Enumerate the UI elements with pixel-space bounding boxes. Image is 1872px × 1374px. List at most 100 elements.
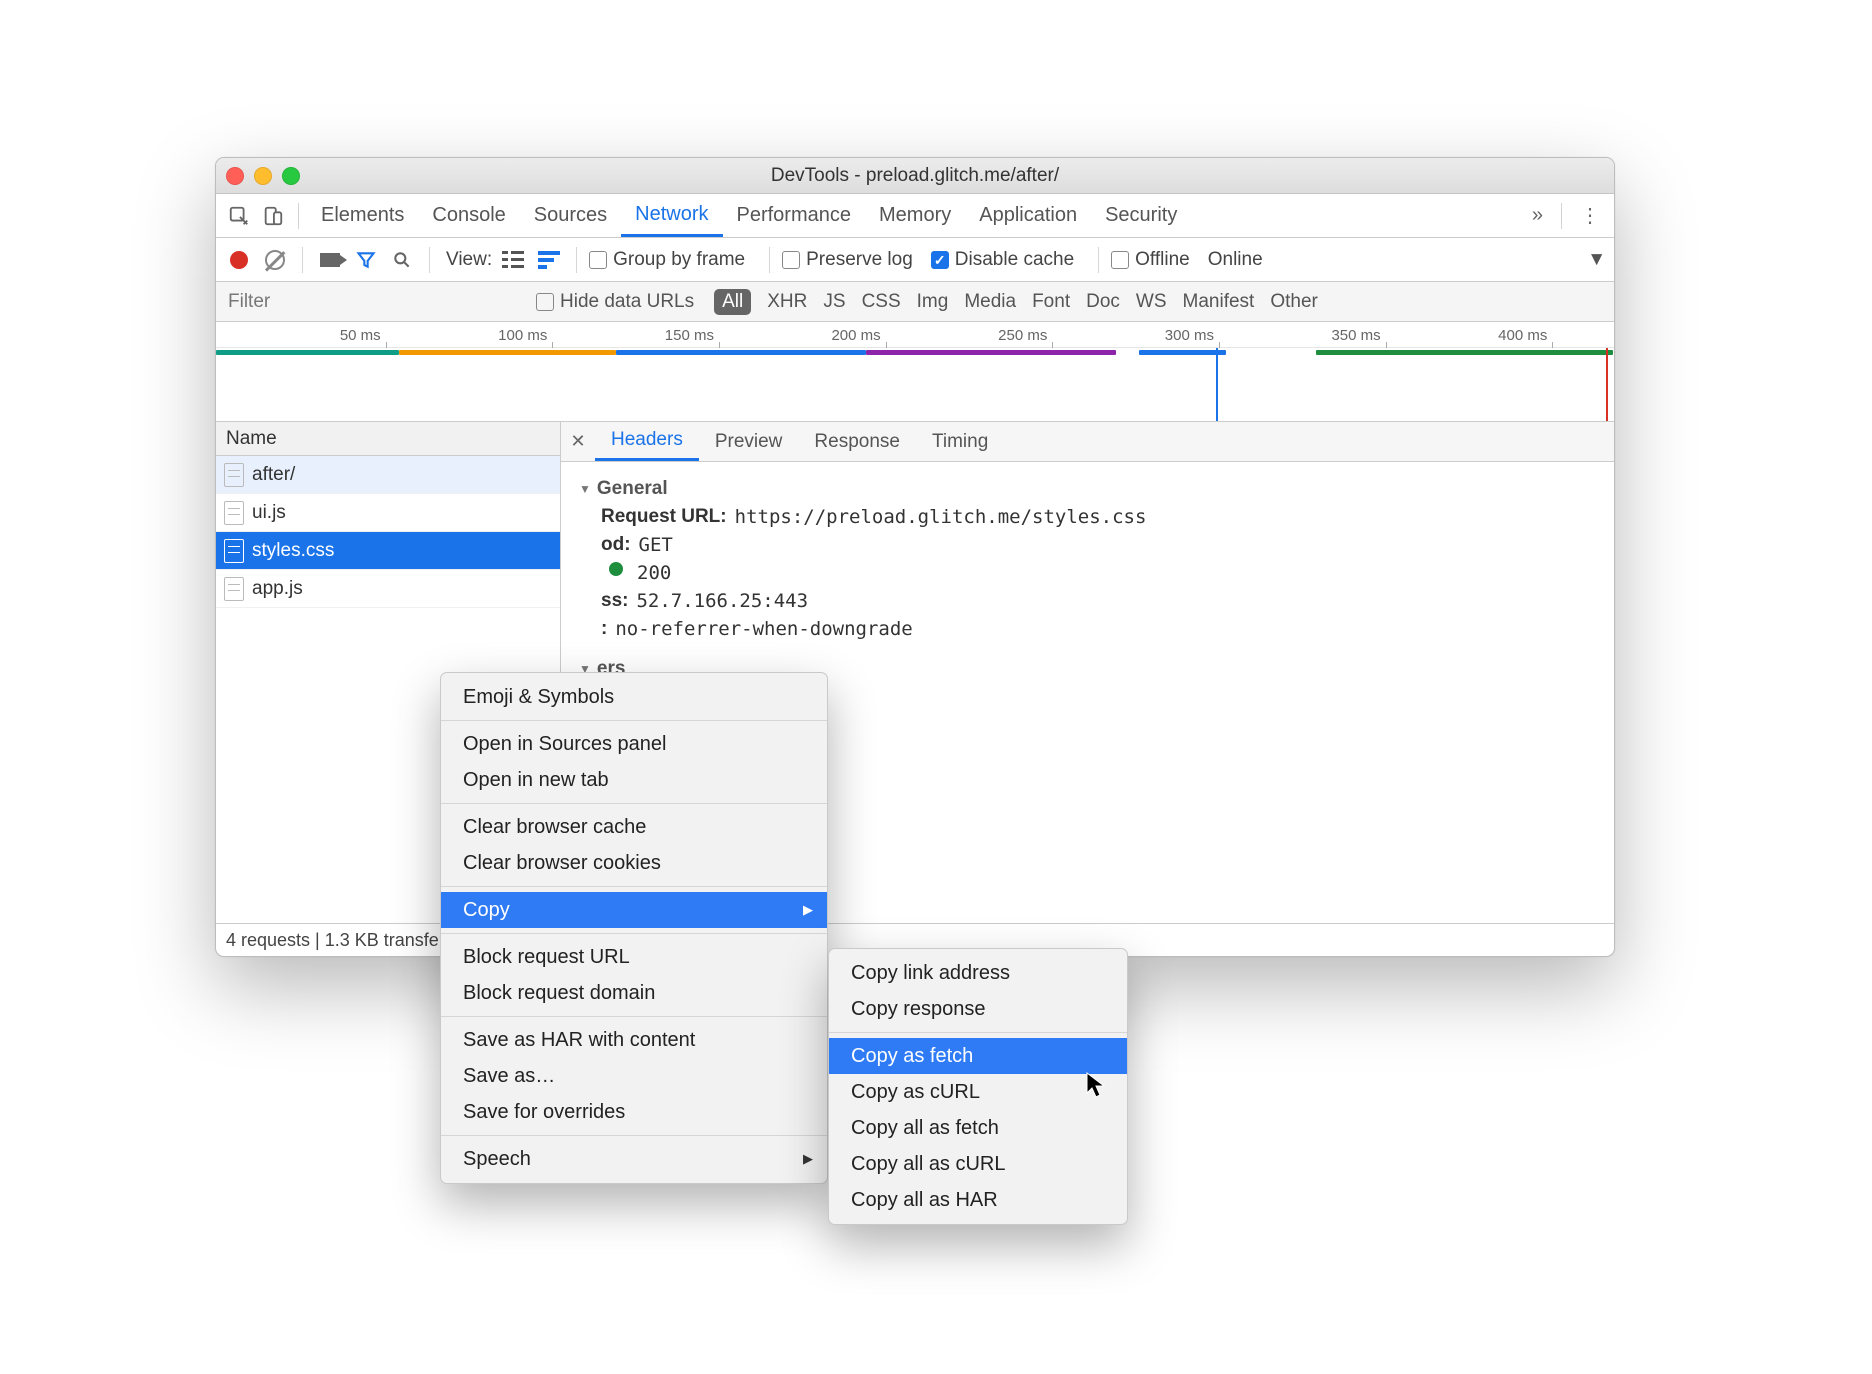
details-tab-response[interactable]: Response: [798, 422, 916, 461]
panel-tab-memory[interactable]: Memory: [865, 194, 965, 237]
filter-type-ws[interactable]: WS: [1136, 291, 1167, 312]
hide-data-urls-checkbox[interactable]: Hide data URLs: [536, 291, 694, 313]
panel-tab-sources[interactable]: Sources: [520, 194, 621, 237]
panel-tab-network[interactable]: Network: [621, 194, 722, 237]
menu-item[interactable]: Copy all as cURL: [829, 1146, 1127, 1182]
status-dot: [609, 562, 623, 576]
separator: [302, 247, 303, 273]
timeline-tick: 200 ms: [831, 322, 880, 348]
kv-status-code: 200: [601, 562, 1596, 584]
view-waterfall-icon[interactable]: [534, 245, 564, 275]
context-menu[interactable]: Emoji & Symbols Open in Sources panelOpen…: [440, 672, 828, 1184]
filter-type-font[interactable]: Font: [1032, 291, 1070, 312]
filter-type-other[interactable]: Other: [1270, 291, 1318, 312]
group-by-frame-label: Group by frame: [613, 249, 745, 271]
checkbox-icon: [589, 251, 607, 269]
inspect-element-icon[interactable]: [222, 199, 256, 233]
copy-submenu[interactable]: Copy link addressCopy response Copy as fe…: [828, 948, 1128, 1225]
menu-item[interactable]: Copy: [441, 892, 827, 928]
menu-item[interactable]: Speech: [441, 1141, 827, 1177]
preserve-log-checkbox[interactable]: Preserve log: [782, 249, 913, 271]
filter-type-xhr[interactable]: XHR: [767, 291, 807, 312]
view-list-icon[interactable]: [498, 245, 528, 275]
panel-tab-console[interactable]: Console: [418, 194, 519, 237]
device-toolbar-icon[interactable]: [256, 199, 290, 233]
throttling-dropdown-icon[interactable]: ▼: [1587, 249, 1606, 271]
menu-item[interactable]: Copy all as fetch: [829, 1110, 1127, 1146]
filter-type-img[interactable]: Img: [917, 291, 949, 312]
panel-tab-performance[interactable]: Performance: [723, 194, 866, 237]
filter-type-all[interactable]: All: [714, 289, 751, 315]
more-tabs-chevron-icon[interactable]: »: [1522, 204, 1553, 227]
separator: [1098, 247, 1099, 273]
menu-item[interactable]: Copy link address: [829, 955, 1127, 991]
menu-item[interactable]: Block request domain: [441, 975, 827, 1011]
request-row[interactable]: after/: [216, 456, 560, 494]
overview-segment: [866, 350, 1116, 355]
panel-tabs: ElementsConsoleSourcesNetworkPerformance…: [216, 194, 1614, 238]
request-row[interactable]: ui.js: [216, 494, 560, 532]
offline-label: Offline: [1135, 249, 1190, 271]
requests-header-name[interactable]: Name: [216, 422, 560, 456]
throttling-select[interactable]: Online: [1208, 249, 1263, 271]
separator: [298, 203, 299, 229]
settings-kebab-icon[interactable]: ⋮: [1570, 203, 1608, 228]
menu-item[interactable]: Copy response: [829, 991, 1127, 1027]
general-section-header[interactable]: General: [579, 478, 1596, 500]
panel-tab-elements[interactable]: Elements: [307, 194, 418, 237]
overview-segment: [216, 350, 399, 355]
details-tab-headers[interactable]: Headers: [595, 422, 699, 461]
network-main: Name after/ui.jsstyles.cssapp.js ✕ Heade…: [216, 422, 1614, 924]
menu-separator: [441, 886, 827, 887]
menu-item[interactable]: Clear browser cache: [441, 809, 827, 845]
request-row[interactable]: styles.css: [216, 532, 560, 570]
kv-value: 200: [637, 562, 671, 584]
search-icon[interactable]: [387, 245, 417, 275]
filter-type-js[interactable]: JS: [823, 291, 845, 312]
menu-item[interactable]: Emoji & Symbols: [441, 679, 827, 715]
screenshot-icon[interactable]: [315, 245, 345, 275]
menu-item[interactable]: Block request URL: [441, 939, 827, 975]
details-tab-timing[interactable]: Timing: [916, 422, 1004, 461]
hide-data-urls-label: Hide data URLs: [560, 291, 694, 313]
filter-bar: Hide data URLs All XHR JS CSS Img Media Font D…: [216, 282, 1614, 322]
record-button[interactable]: [224, 245, 254, 275]
menu-item[interactable]: Copy all as HAR: [829, 1182, 1127, 1218]
filter-toggle-icon[interactable]: [351, 245, 381, 275]
clear-button[interactable]: [260, 245, 290, 275]
preserve-log-label: Preserve log: [806, 249, 913, 271]
kv-value: 52.7.166.25:443: [636, 590, 808, 612]
window-close-button[interactable]: [226, 167, 244, 185]
panel-tab-application[interactable]: Application: [965, 194, 1091, 237]
filter-type-media[interactable]: Media: [964, 291, 1016, 312]
menu-item[interactable]: Open in Sources panel: [441, 726, 827, 762]
filter-type-manifest[interactable]: Manifest: [1183, 291, 1255, 312]
window-minimize-button[interactable]: [254, 167, 272, 185]
filter-input[interactable]: [216, 282, 536, 321]
menu-separator: [441, 720, 827, 721]
disable-cache-checkbox[interactable]: Disable cache: [931, 249, 1074, 271]
menu-item[interactable]: Save as HAR with content: [441, 1022, 827, 1058]
filter-type-css[interactable]: CSS: [862, 291, 901, 312]
close-details-icon[interactable]: ✕: [561, 431, 595, 452]
timeline-tick: 100 ms: [498, 322, 547, 348]
network-overview[interactable]: 50 ms100 ms150 ms200 ms250 ms300 ms350 m…: [216, 322, 1614, 422]
filter-type-doc[interactable]: Doc: [1086, 291, 1120, 312]
checkbox-icon: [931, 251, 949, 269]
menu-separator: [441, 1135, 827, 1136]
menu-item[interactable]: Save as…: [441, 1058, 827, 1094]
window-zoom-button[interactable]: [282, 167, 300, 185]
offline-checkbox[interactable]: Offline: [1111, 249, 1190, 271]
timeline-tick: 350 ms: [1331, 322, 1380, 348]
menu-item[interactable]: Open in new tab: [441, 762, 827, 798]
menu-item[interactable]: Copy as cURL: [829, 1074, 1127, 1110]
request-row[interactable]: app.js: [216, 570, 560, 608]
details-tab-preview[interactable]: Preview: [699, 422, 799, 461]
menu-item[interactable]: Save for overrides: [441, 1094, 827, 1130]
menu-item[interactable]: Copy as fetch: [829, 1038, 1127, 1074]
group-by-frame-checkbox[interactable]: Group by frame: [589, 249, 745, 271]
panel-tab-security[interactable]: Security: [1091, 194, 1191, 237]
menu-item[interactable]: Clear browser cookies: [441, 845, 827, 881]
kv-value: https://preload.glitch.me/styles.css: [735, 506, 1147, 528]
overview-segment: [1139, 350, 1226, 355]
